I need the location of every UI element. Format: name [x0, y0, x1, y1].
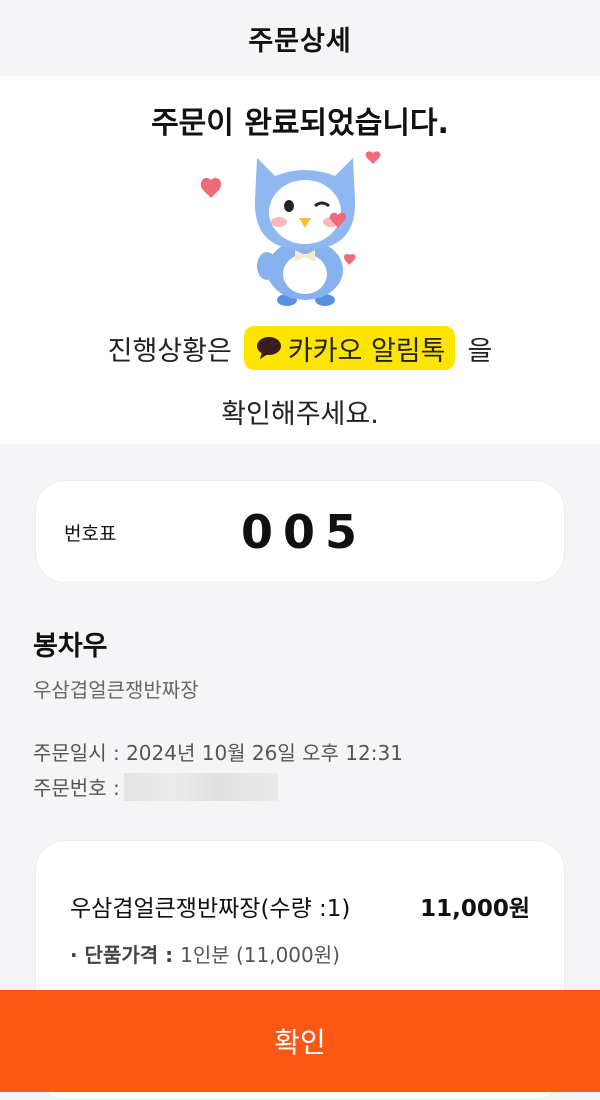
ticket-card: 번호표 005 — [35, 480, 565, 583]
item-price: 11,000원 — [420, 896, 530, 922]
order-datetime-label: 주문일시 : — [33, 741, 127, 765]
ticket-label: 번호표 — [64, 523, 117, 545]
ticket-number: 005 — [241, 505, 368, 559]
notice-prefix: 진행상황은 — [107, 335, 232, 367]
order-number-redacted — [123, 772, 278, 801]
confirm-button[interactable]: 확인 — [0, 990, 600, 1092]
order-complete-title: 주문이 완료되었습니다. — [151, 106, 449, 141]
kakao-alimtalk-badge: 카카오 알림톡 — [243, 326, 456, 370]
order-number-label: 주문번호 : — [33, 776, 120, 800]
header-bar: 주문상세 — [0, 0, 600, 76]
page-title: 주문상세 — [248, 25, 352, 57]
order-datetime-value: 2024년 10월 26일 오후 12:31 — [126, 741, 403, 765]
heart-icon — [343, 253, 356, 265]
order-number: 주문번호 : — [33, 772, 278, 801]
item-unit-price: · 단품가격 : 1인분 (11,000원) — [70, 939, 340, 968]
heart-icon — [200, 177, 222, 198]
item-unit-label: · 단품가격 : — [70, 943, 181, 967]
notice-line-2: 확인해주세요. — [221, 399, 379, 430]
store-name: 봉차우 — [33, 631, 108, 662]
order-complete-section: 주문이 완료되었습니다. 진행상황은 카카오 알림톡 을 확인해주세요. — [0, 76, 600, 444]
notice-suffix: 을 — [467, 335, 493, 367]
store-menu-summary: 우삼겹얼큰쟁반짜장 — [33, 678, 199, 702]
notice-line: 진행상황은 카카오 알림톡 을 — [0, 326, 600, 370]
item-name: 우삼겹얼큰쟁반짜장(수량 :1) — [70, 896, 351, 922]
order-datetime: 주문일시 : 2024년 10월 26일 오후 12:31 — [33, 737, 403, 766]
item-unit-value: 1인분 (11,000원) — [180, 943, 340, 967]
speech-bubble-icon — [256, 337, 281, 359]
heart-icon — [365, 151, 381, 164]
mascot-illustration — [200, 151, 381, 306]
kakao-badge-label: 카카오 알림톡 — [287, 335, 446, 367]
